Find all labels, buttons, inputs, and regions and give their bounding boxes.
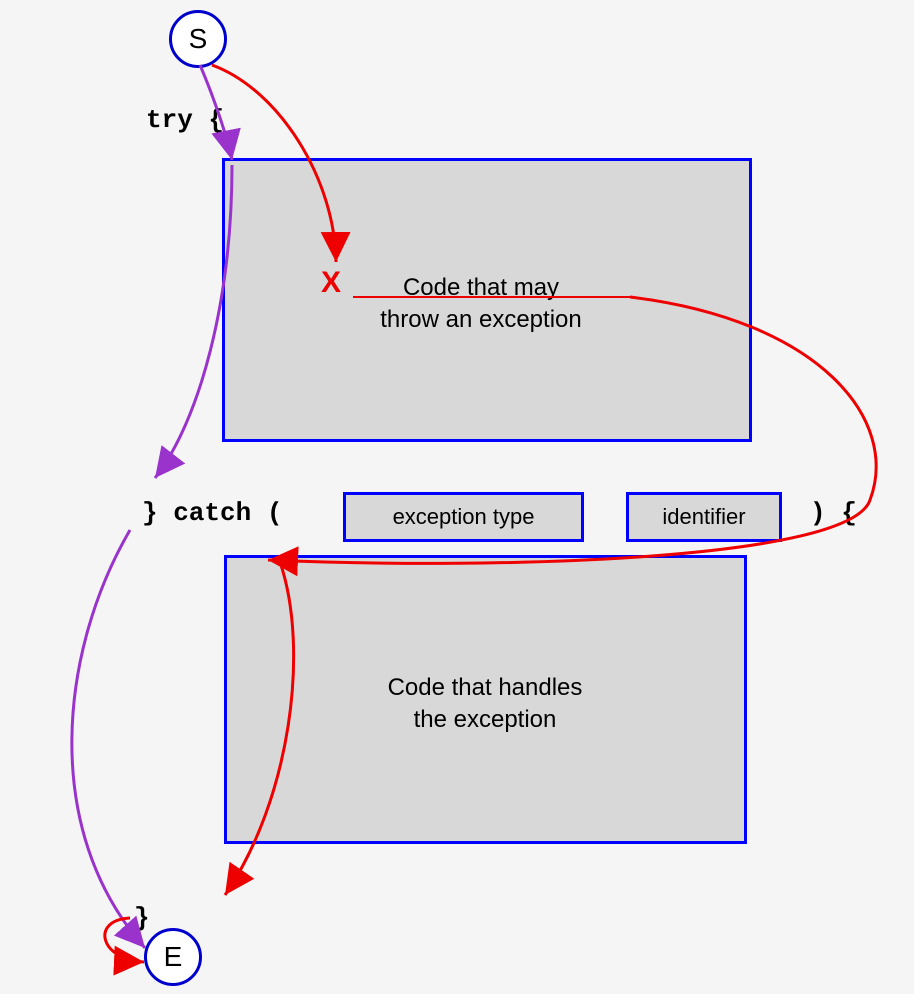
try-keyword: try {: [146, 105, 224, 135]
start-node: S: [169, 10, 227, 68]
end-node-label: E: [164, 941, 183, 973]
catch-keyword: } catch (: [142, 498, 282, 528]
arrow-try-down: [155, 165, 232, 478]
start-node-label: S: [189, 23, 208, 55]
arrow-catch-to-end: [72, 530, 145, 948]
end-node: E: [144, 928, 202, 986]
try-block-description: Code that may throw an exception: [291, 272, 671, 337]
exception-type-box: exception type: [343, 492, 584, 542]
catch-block-description: Code that handles the exception: [310, 672, 660, 737]
paren-close-brace: ) {: [810, 498, 857, 528]
close-brace: }: [134, 903, 150, 933]
identifier-box: identifier: [626, 492, 782, 542]
